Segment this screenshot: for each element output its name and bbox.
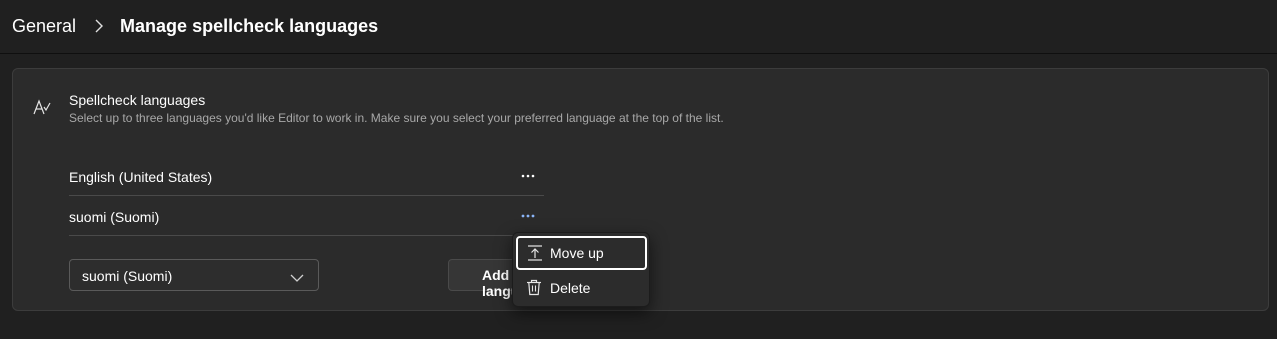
chevron-right-icon [87, 14, 111, 38]
trash-icon [526, 279, 544, 297]
menu-item-label: Delete [550, 280, 591, 296]
breadcrumb-general-link[interactable]: General [12, 16, 76, 37]
section-description: Select up to three languages you'd like … [69, 111, 724, 125]
language-context-menu: Move up Delete [512, 232, 650, 307]
page-title: Manage spellcheck languages [120, 15, 379, 36]
menu-item-move-up[interactable]: Move up [516, 236, 647, 270]
section-title: Spellcheck languages [69, 92, 206, 108]
more-horizontal-icon[interactable] [515, 166, 541, 186]
language-select[interactable]: suomi (Suomi) [69, 259, 319, 291]
language-name: suomi (Suomi) [69, 209, 160, 225]
chevron-down-icon [290, 270, 304, 282]
language-select-value: suomi (Suomi) [82, 268, 173, 284]
language-name: English (United States) [69, 169, 213, 185]
language-row: English (United States) [69, 157, 544, 196]
spellcheck-icon [33, 98, 51, 116]
menu-item-delete[interactable]: Delete [516, 271, 647, 305]
move-up-icon [526, 244, 544, 262]
more-horizontal-icon[interactable] [515, 206, 541, 226]
menu-item-label: Move up [550, 245, 604, 261]
breadcrumb: General Manage spellcheck languages [12, 14, 378, 38]
language-row: suomi (Suomi) [69, 197, 544, 236]
page-header: General Manage spellcheck languages [0, 0, 1277, 54]
